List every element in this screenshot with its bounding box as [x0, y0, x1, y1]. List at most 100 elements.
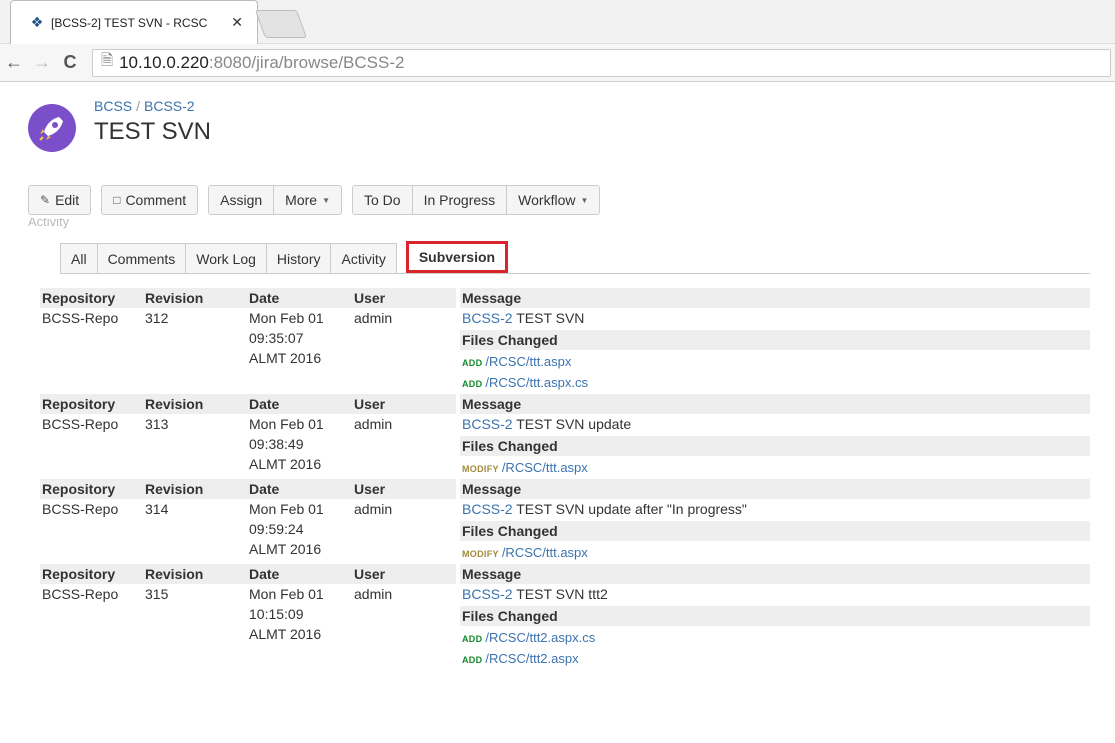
issue-header: BCSS / BCSS-2 TEST SVN	[0, 82, 1115, 178]
in-progress-button[interactable]: In Progress	[412, 185, 508, 215]
repository-header: Repository	[40, 479, 145, 499]
url-path: :8080/jira/browse/BCSS-2	[208, 52, 405, 72]
new-tab-button[interactable]	[254, 10, 308, 38]
file-action-badge: ADD	[462, 655, 483, 665]
address-bar[interactable]: 🗎 10.10.0.220:8080/jira/browse/BCSS-2	[92, 48, 1111, 77]
file-path-link[interactable]: /RCSC/ttt2.aspx.cs	[485, 630, 595, 645]
date-cell: Mon Feb 01 09:35:07 ALMT 2016	[249, 308, 354, 394]
message-header: Message	[460, 479, 1090, 499]
date-time: 09:59:24	[249, 521, 304, 537]
date-day: Mon Feb 01	[249, 501, 324, 517]
tab-worklog[interactable]: Work Log	[185, 243, 267, 273]
revision-cell: 314	[145, 501, 169, 517]
browser-tab[interactable]: ❖ [BCSS-2] TEST SVN - RCSC ✕	[10, 0, 258, 44]
date-time: 10:15:09	[249, 606, 304, 622]
changed-file: ADD/RCSC/ttt2.aspx.cs	[462, 628, 1090, 649]
repository-header: Repository	[40, 564, 145, 584]
tab-comments[interactable]: Comments	[96, 243, 187, 273]
tab-history[interactable]: History	[265, 243, 332, 273]
comment-button[interactable]: □ Comment	[101, 185, 199, 215]
message-cell: BCSS-2 TEST SVN Files Changed ADD/RCSC/ttt…	[460, 308, 1090, 394]
revision-header: Revision	[145, 394, 249, 414]
file-action-badge: MODIFY	[462, 464, 499, 474]
edit-button[interactable]: ✎ Edit	[28, 185, 92, 215]
issue-title-block: BCSS / BCSS-2 TEST SVN	[94, 98, 211, 146]
user-cell: admin	[354, 310, 393, 326]
date-cell: Mon Feb 01 09:38:49 ALMT 2016	[249, 414, 354, 479]
user-cell: admin	[354, 586, 393, 602]
url-host: 10.10.0.220	[119, 52, 209, 72]
repository-header: Repository	[40, 288, 145, 308]
rocket-icon[interactable]	[28, 104, 76, 152]
close-icon[interactable]: ✕	[231, 14, 243, 31]
assign-button-label: Assign	[220, 192, 263, 208]
file-path-link[interactable]: /RCSC/ttt2.aspx	[485, 651, 578, 666]
todo-button[interactable]: To Do	[351, 185, 413, 215]
commit-message-text: TEST SVN ttt2	[512, 586, 608, 602]
date-time: 09:35:07	[249, 330, 304, 346]
user-header: User	[354, 394, 456, 414]
breadcrumb-separator: /	[136, 98, 141, 114]
more-button-label: More	[285, 192, 318, 208]
date-year: ALMT 2016	[249, 541, 322, 557]
jira-icon: ❖	[30, 14, 44, 30]
file-path-link[interactable]: /RCSC/ttt.aspx.cs	[485, 375, 588, 390]
assign-button[interactable]: Assign	[208, 185, 275, 215]
commit-header-row: Repository Revision Date User Message	[40, 479, 1090, 499]
page-title: TEST SVN	[94, 118, 211, 145]
back-arrow-icon[interactable]: ←	[0, 52, 28, 73]
revision-cell: 312	[145, 310, 169, 326]
changed-file: MODIFY/RCSC/ttt.aspx	[462, 458, 1090, 479]
more-button[interactable]: More ▼	[274, 185, 342, 215]
speech-bubble-icon: □	[113, 193, 121, 207]
issue-key-link[interactable]: BCSS-2	[462, 310, 513, 326]
commit-message: BCSS-2 TEST SVN update	[462, 414, 1090, 434]
issue-key-link[interactable]: BCSS-2	[462, 416, 513, 432]
tab-activity[interactable]: Activity	[330, 243, 397, 273]
subversion-commits-table: Repository Revision Date User Message BCSS-Re…	[40, 288, 1090, 670]
breadcrumb-project[interactable]: BCSS	[94, 98, 132, 114]
changed-file: ADD/RCSC/ttt.aspx.cs	[462, 373, 1090, 394]
date-header: Date	[249, 288, 354, 308]
browser-toolbar: ← → C 🗎 10.10.0.220:8080/jira/browse/BCS…	[0, 44, 1115, 82]
tab-subversion[interactable]: Subversion	[405, 241, 509, 273]
file-path-link[interactable]: /RCSC/ttt.aspx	[502, 545, 588, 560]
message-header: Message	[460, 288, 1090, 308]
issue-key-link[interactable]: BCSS-2	[462, 501, 513, 517]
in-progress-button-label: In Progress	[423, 192, 496, 208]
message-cell: BCSS-2 TEST SVN update after "In progres…	[460, 499, 1090, 564]
user-header: User	[354, 288, 456, 308]
repository-cell: BCSS-Repo	[42, 310, 119, 326]
browser-tabstrip: ❖ [BCSS-2] TEST SVN - RCSC ✕	[0, 0, 1115, 44]
commit-row: BCSS-Repo 313 Mon Feb 01 09:38:49 ALMT 2016 a…	[40, 414, 1090, 479]
issue-key-link[interactable]: BCSS-2	[462, 586, 513, 602]
workflow-group: To Do In Progress Workflow ▼	[351, 185, 601, 215]
commit-header-row: Repository Revision Date User Message	[40, 288, 1090, 308]
file-path-link[interactable]: /RCSC/ttt.aspx	[485, 354, 571, 369]
user-cell: admin	[354, 416, 393, 432]
commit-message-text: TEST SVN update	[512, 416, 632, 432]
repository-header: Repository	[40, 394, 145, 414]
chevron-down-icon: ▼	[322, 195, 330, 205]
comment-button-label: Comment	[125, 192, 187, 208]
commit-message: BCSS-2 TEST SVN ttt2	[462, 584, 1090, 604]
files-changed-header: Files Changed	[460, 606, 1090, 626]
revision-cell: 313	[145, 416, 169, 432]
breadcrumb-issue-key[interactable]: BCSS-2	[144, 98, 195, 114]
forward-arrow-icon[interactable]: →	[28, 52, 56, 73]
commit-row: BCSS-Repo 312 Mon Feb 01 09:35:07 ALMT 2016 a…	[40, 308, 1090, 394]
file-action-badge: MODIFY	[462, 549, 499, 559]
workflow-button[interactable]: Workflow ▼	[507, 185, 601, 215]
commit-message-text: TEST SVN update after "In progress"	[512, 501, 747, 517]
page-icon: 🗎	[101, 52, 114, 69]
message-cell: BCSS-2 TEST SVN update Files Changed MODIF…	[460, 414, 1090, 479]
commit-header-row: Repository Revision Date User Message	[40, 394, 1090, 414]
file-path-link[interactable]: /RCSC/ttt.aspx	[502, 460, 588, 475]
commit-message: BCSS-2 TEST SVN	[462, 308, 1090, 328]
repository-cell: BCSS-Repo	[42, 586, 119, 602]
breadcrumb: BCSS / BCSS-2	[94, 98, 211, 114]
tab-all[interactable]: All	[60, 243, 98, 273]
changed-file: ADD/RCSC/ttt2.aspx	[462, 649, 1090, 670]
commit-message: BCSS-2 TEST SVN update after "In progres…	[462, 499, 1090, 519]
reload-icon[interactable]: C	[56, 52, 84, 73]
